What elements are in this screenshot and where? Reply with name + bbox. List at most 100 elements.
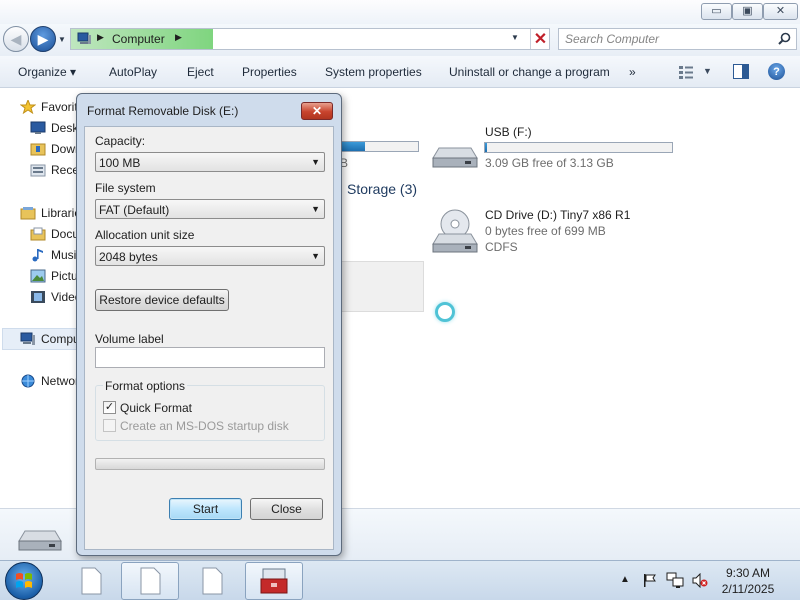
clock-date: 2/11/2025 — [721, 582, 775, 596]
document-icon — [81, 567, 102, 595]
nav-favorites[interactable]: Favorites — [20, 98, 78, 116]
document-icon — [202, 567, 223, 595]
cd-drive-name: CD Drive (D:) Tiny7 x86 R1 — [485, 208, 631, 222]
system-clock[interactable]: 9:30 AM 2/11/2025 — [718, 565, 778, 597]
breadcrumb-chevron-icon[interactable]: ▶ — [97, 32, 104, 43]
nav-music[interactable]: Music — [30, 246, 78, 264]
nav-desktop[interactable]: Desktop — [30, 119, 78, 137]
start-button[interactable] — [5, 562, 43, 600]
dialog-body: Capacity: 100 MB ▼ File system FAT (Defa… — [84, 126, 334, 550]
dialog-close-button[interactable]: ✕ — [301, 102, 333, 120]
eject-button[interactable]: Eject — [187, 65, 214, 79]
recent-pages-dropdown[interactable]: ▼ — [58, 35, 66, 44]
help-icon[interactable]: ? — [768, 63, 785, 80]
capacity-label: Capacity: — [95, 134, 146, 148]
taskbar: ▲ 9:30 AM 2/11/2025 — [0, 560, 800, 600]
computer-icon — [77, 32, 91, 44]
forward-button[interactable]: ▶ — [30, 26, 56, 52]
search-box[interactable] — [558, 28, 797, 50]
windows-logo-icon — [16, 573, 32, 588]
nav-label: Favorites — [41, 100, 78, 114]
volume-label-input[interactable] — [95, 347, 325, 368]
address-bar[interactable]: ▶ Computer ▶ ▼ ✕ — [70, 28, 550, 50]
nav-label: Downloads — [51, 142, 78, 156]
storage-group-header[interactable]: Storage (3) — [347, 181, 417, 197]
maximize-button[interactable]: ▣ — [732, 3, 763, 20]
view-options-dropdown-icon[interactable]: ▼ — [703, 66, 712, 76]
nav-libraries[interactable]: Libraries — [20, 204, 78, 222]
taskbar-document-1[interactable] — [62, 562, 120, 600]
document-icon — [140, 567, 161, 595]
change-view-icon[interactable] — [678, 65, 694, 79]
start-button[interactable]: Start — [169, 498, 242, 520]
dialog-title: Format Removable Disk (E:) — [87, 104, 239, 118]
capacity-select[interactable]: 100 MB ▼ — [95, 152, 325, 172]
nav-downloads[interactable]: Downloads — [30, 140, 78, 158]
quick-format-label[interactable]: Quick Format — [120, 401, 192, 415]
network-icon — [21, 374, 35, 388]
filesystem-value: FAT (Default) — [99, 203, 170, 217]
back-button[interactable]: ◀ — [3, 26, 29, 52]
system-properties-button[interactable]: System properties — [325, 65, 422, 79]
network-status-icon[interactable] — [666, 572, 684, 589]
address-history-dropdown[interactable]: ▼ — [511, 33, 519, 42]
nav-label: Music — [51, 248, 78, 262]
toolbox-icon — [260, 568, 288, 594]
allocation-unit-label: Allocation unit size — [95, 228, 195, 242]
nav-label: Computer — [41, 332, 78, 346]
cd-drive-icon — [432, 209, 478, 253]
properties-button[interactable]: Properties — [242, 65, 297, 79]
uninstall-program-button[interactable]: Uninstall or change a program — [449, 65, 610, 79]
search-icon[interactable] — [778, 32, 791, 45]
search-input[interactable] — [559, 29, 769, 49]
forward-arrow-icon: ▶ — [37, 30, 49, 47]
msdos-startup-label: Create an MS-DOS startup disk — [120, 419, 289, 433]
autoplay-button[interactable]: AutoPlay — [109, 65, 157, 79]
filesystem-select[interactable]: FAT (Default) ▼ — [95, 199, 325, 219]
cd-drive-filesystem: CDFS — [485, 240, 518, 254]
selected-drive-highlight[interactable] — [340, 261, 424, 312]
filesystem-label: File system — [95, 181, 156, 195]
allocation-unit-value: 2048 bytes — [99, 250, 158, 264]
nav-label: Videos — [51, 290, 78, 304]
busy-cursor-icon — [435, 302, 455, 322]
msdos-startup-checkbox[interactable] — [103, 419, 116, 432]
close-window-button[interactable]: ✕ — [763, 3, 798, 20]
quick-format-checkbox[interactable]: ✓ — [103, 401, 116, 414]
stop-loading-button[interactable]: ✕ — [530, 29, 550, 49]
nav-computer[interactable]: Computer — [20, 330, 78, 348]
music-icon — [32, 249, 43, 262]
action-center-flag-icon[interactable] — [643, 573, 657, 588]
pictures-icon — [30, 269, 46, 283]
downloads-folder-icon — [30, 143, 46, 156]
recent-places-icon — [30, 164, 46, 177]
more-commands-button[interactable]: » — [629, 65, 636, 79]
restore-defaults-button[interactable]: Restore device defaults — [95, 289, 229, 311]
minimize-button[interactable]: ▭ — [701, 3, 732, 20]
close-button[interactable]: Close — [250, 498, 323, 520]
computer-icon — [20, 332, 35, 345]
nav-label: Documents — [51, 227, 78, 241]
allocation-unit-select[interactable]: 2048 bytes ▼ — [95, 246, 325, 266]
taskbar-explorer[interactable] — [121, 562, 179, 600]
breadcrumb-computer[interactable]: Computer — [112, 32, 165, 46]
breadcrumb-chevron-icon[interactable]: ▶ — [175, 32, 182, 43]
nav-documents[interactable]: Documents — [30, 225, 78, 243]
organize-menu[interactable]: Organize ▾ — [18, 65, 76, 79]
preview-pane-icon[interactable] — [733, 64, 749, 79]
chevron-down-icon: ▼ — [311, 251, 320, 261]
star-icon — [20, 100, 36, 114]
nav-pictures[interactable]: Pictures — [30, 267, 78, 285]
nav-label: Pictures — [51, 269, 78, 283]
nav-label: Libraries — [41, 206, 78, 220]
usb-drive-name: USB (F:) — [485, 125, 532, 139]
nav-network[interactable]: Network — [20, 372, 78, 390]
back-arrow-icon: ◀ — [10, 30, 22, 47]
taskbar-document-2[interactable] — [183, 562, 241, 600]
show-hidden-icons-button[interactable]: ▲ — [620, 574, 630, 585]
volume-muted-icon[interactable] — [692, 573, 708, 588]
desktop-icon — [30, 121, 46, 134]
nav-videos[interactable]: Videos — [30, 288, 78, 306]
taskbar-format-dialog[interactable] — [245, 562, 303, 600]
nav-recent-places[interactable]: Recent Places — [30, 161, 78, 179]
